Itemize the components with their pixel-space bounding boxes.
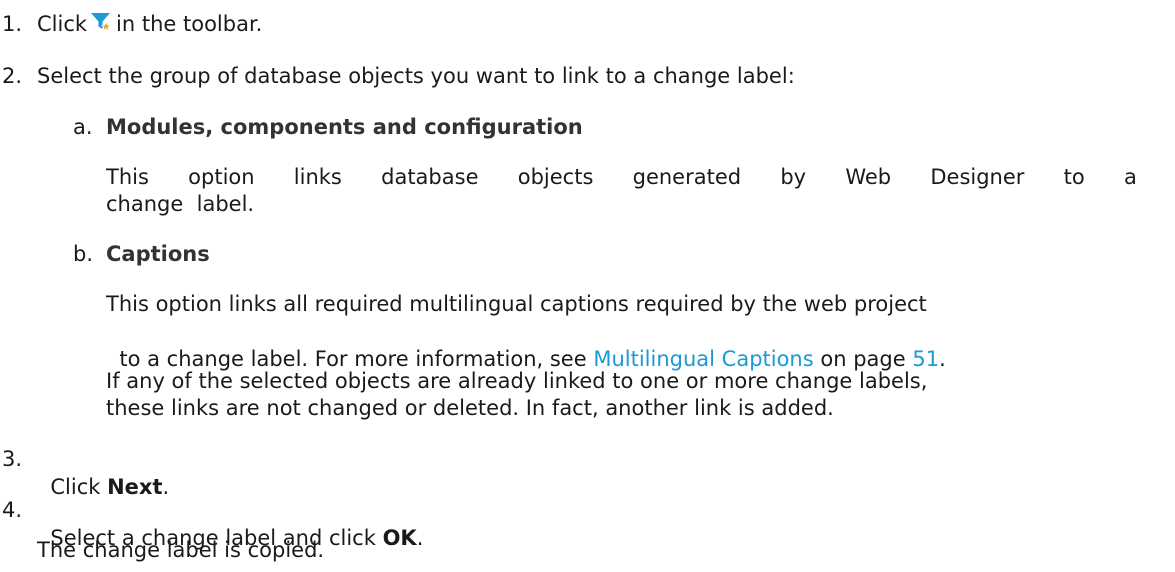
desc-text: .	[939, 347, 946, 371]
step-number: 3.	[2, 447, 23, 471]
option-note: If any of the selected objects are alrea…	[106, 369, 928, 393]
desc-word: links	[293, 165, 342, 189]
option-letter: a.	[73, 115, 93, 139]
desc-word: database	[381, 165, 479, 189]
option-title: Captions	[106, 242, 210, 266]
step-4-after: .	[416, 526, 424, 550]
option-description: This option links all required multiling…	[106, 292, 927, 316]
desc-word: to	[1063, 165, 1085, 189]
desc-word: Web	[845, 165, 892, 189]
filter-star-icon	[90, 11, 112, 33]
ok-button-label: OK	[382, 526, 417, 550]
step-1-text: Click in the toolbar.	[37, 10, 262, 38]
desc-word: objects	[517, 165, 594, 189]
option-note-line-2: these links are not changed or deleted. …	[106, 396, 834, 420]
step-3-text: Click Next.	[37, 445, 169, 501]
step-2-text: Select the group of database objects you…	[37, 64, 795, 88]
step-1-after: in the toolbar.	[116, 12, 263, 36]
step-1-before: Click	[37, 12, 88, 36]
step-number: 2.	[2, 64, 23, 88]
desc-word: This	[106, 165, 149, 189]
option-title: Modules, components and configuration	[106, 115, 583, 139]
step-number: 4.	[2, 498, 23, 522]
option-description-line-2: change label.	[106, 192, 255, 216]
option-description-line-2: to a change label. For more information,…	[106, 317, 946, 373]
desc-word: Designer	[930, 165, 1025, 189]
option-letter: b.	[73, 242, 94, 266]
step-number: 1.	[2, 12, 23, 36]
option-description: This option links database objects gener…	[106, 163, 1137, 191]
desc-word: a	[1123, 165, 1137, 189]
desc-word: generated	[632, 165, 742, 189]
desc-word: by	[780, 165, 807, 189]
desc-word: option	[188, 165, 255, 189]
step-4-result: The change label is copied.	[37, 538, 325, 562]
